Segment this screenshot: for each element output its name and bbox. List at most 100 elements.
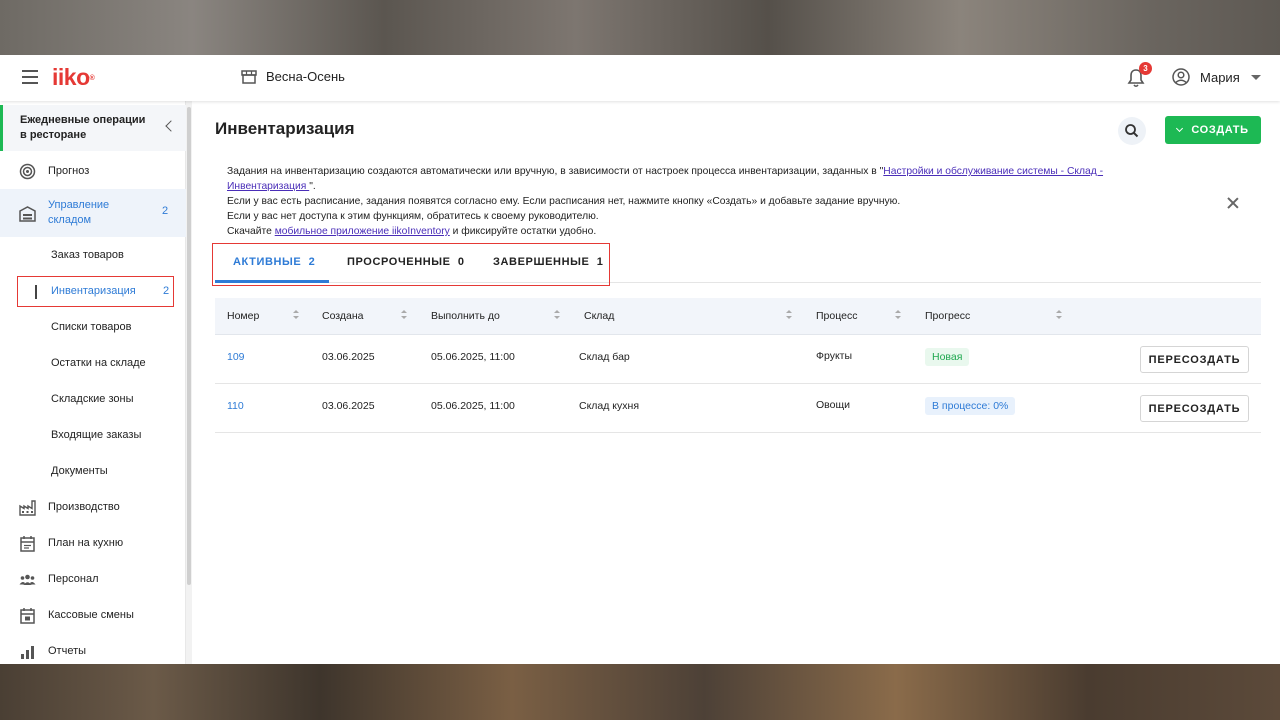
table-header: Номер Создана Выполнить до Склад Процесс… [215,298,1261,335]
row-created: 03.06.2025 [322,400,375,412]
sidebar-item-count: 2 [162,205,169,217]
mobile-app-link[interactable]: мобильное приложение iikoInventory [275,226,450,237]
sort-icon[interactable] [1056,310,1062,321]
sidebar-section-daily-operations[interactable]: Ежедневные операции в ресторане [0,105,186,151]
sidebar-item-kitchen-plan[interactable]: План на кухню [0,525,186,561]
sidebar-item-label: Персонал [48,573,99,585]
sidebar-item-order-goods[interactable]: Заказ товаров [0,237,186,273]
sort-icon[interactable] [401,310,407,321]
top-bar: iiko® Весна-Осень 3 Мария [0,55,1280,101]
column-due[interactable]: Выполнить до [431,310,500,322]
app-window: iiko® Весна-Осень 3 Мария Ежедневные опе… [0,55,1280,664]
sidebar-scrollbar-thumb[interactable] [187,107,191,585]
search-icon [1125,124,1139,138]
table-row[interactable]: 109 03.06.2025 05.06.2025, 11:00 Склад б… [215,335,1261,384]
create-button-label: СОЗДАТЬ [1191,124,1249,136]
active-indicator [35,285,37,299]
sidebar-item-forecast[interactable]: Прогноз [0,153,186,189]
user-avatar-icon [1172,68,1190,86]
sort-icon[interactable] [786,310,792,321]
tab-active[interactable]: АКТИВНЫЕ 2 [233,256,315,268]
sidebar-item-label: Списки товаров [51,321,132,333]
recreate-button[interactable]: ПЕРЕСОЗДАТЬ [1140,395,1249,422]
row-process: Овощи [816,399,850,411]
sidebar-item-product-lists[interactable]: Списки товаров [0,309,186,345]
tab-completed[interactable]: ЗАВЕРШЕННЫЕ 1 [493,256,603,268]
menu-icon[interactable] [22,70,38,84]
iiko-logo[interactable]: iiko® [52,64,95,90]
column-process[interactable]: Процесс [816,310,857,322]
sidebar-item-label: Производство [48,501,120,513]
row-number[interactable]: 109 [227,351,245,363]
sidebar-item-count: 2 [163,285,170,297]
sort-icon[interactable] [895,310,901,321]
sidebar-item-stock-balance[interactable]: Остатки на складе [0,345,186,381]
sidebar-item-label: Входящие заказы [51,429,142,441]
sidebar-item-inventory[interactable]: Инвентаризация 2 [17,276,174,307]
info-banner: Задания на инвентаризацию создаются авто… [227,164,1162,239]
row-warehouse: Склад бар [579,351,630,363]
sidebar-item-label: План на кухню [48,537,124,549]
column-number[interactable]: Номер [227,310,259,322]
sidebar-item-label: Кассовые смены [48,609,134,621]
sidebar-item-documents[interactable]: Документы [0,453,186,489]
warehouse-icon [19,206,36,222]
chevron-left-icon[interactable] [165,120,177,132]
row-created: 03.06.2025 [322,351,375,363]
user-menu[interactable]: Мария [1172,68,1261,86]
sidebar-item-label: Отчеты [48,645,87,657]
people-icon [19,574,36,585]
status-badge: В процессе: 0% [925,397,1016,415]
info-line-3: Если у вас нет доступа к этим функциям, … [227,211,599,222]
calendar-check-icon [20,608,35,624]
user-name: Мария [1200,69,1240,85]
sidebar-item-label: Прогноз [48,165,90,177]
sort-icon[interactable] [554,310,560,321]
row-warehouse: Склад кухня [579,400,640,412]
row-number[interactable]: 110 [227,400,244,412]
main-content: Инвентаризация СОЗДАТЬ Задания на инвент… [193,101,1280,664]
table-row[interactable]: 110 03.06.2025 05.06.2025, 11:00 Склад к… [215,384,1261,433]
sidebar-section-title: Ежедневные операции в ресторане [20,114,146,141]
column-progress[interactable]: Прогресс [925,310,970,322]
close-icon[interactable] [1225,195,1241,211]
sidebar-item-production[interactable]: Производство [0,489,186,525]
sidebar: Ежедневные операции в ресторане Прогноз … [0,101,186,664]
sidebar-item-label: Документы [51,465,108,477]
create-button[interactable]: СОЗДАТЬ [1165,116,1261,144]
search-button[interactable] [1118,117,1146,145]
row-process: Фрукты [816,350,853,362]
info-line-2: Если у вас есть расписание, задания появ… [227,196,901,207]
chevron-down-icon [1176,124,1184,133]
caret-down-icon [1250,74,1261,80]
sidebar-item-staff[interactable]: Персонал [0,561,186,597]
page-title: Инвентаризация [215,119,355,138]
info-line-4: Скачайте мобильное приложение iikoInvent… [227,226,597,237]
sidebar-item-label: Инвентаризация [51,285,136,297]
recreate-button[interactable]: ПЕРЕСОЗДАТЬ [1140,346,1249,373]
active-tab-underline [215,280,329,283]
sidebar-item-storage-zones[interactable]: Складские зоны [0,381,186,417]
tab-overdue[interactable]: ПРОСРОЧЕННЫЕ 0 [347,256,465,268]
store-icon [241,69,257,84]
sidebar-item-incoming-orders[interactable]: Входящие заказы [0,417,186,453]
store-name: Весна-Осень [266,69,345,84]
sidebar-item-label: Заказ товаров [51,249,124,261]
factory-icon [19,500,36,516]
sidebar-item-cash-shifts[interactable]: Кассовые смены [0,597,186,633]
background-top [0,0,1280,55]
column-warehouse[interactable]: Склад [584,310,614,322]
column-created[interactable]: Создана [322,310,364,322]
sort-icon[interactable] [293,310,299,321]
notification-badge: 3 [1139,62,1152,75]
sidebar-item-label: Остатки на складе [51,357,146,369]
store-selector[interactable]: Весна-Осень [241,69,345,84]
calendar-icon [20,536,35,552]
target-icon [19,163,36,180]
sidebar-item-warehouse[interactable]: Управление складом 2 [0,189,186,237]
row-due: 05.06.2025, 11:00 [431,351,515,363]
sidebar-item-reports[interactable]: Отчеты [0,633,186,664]
sidebar-item-label: Управление складом [48,199,110,226]
row-due: 05.06.2025, 11:00 [431,400,515,412]
background-bottom [0,664,1280,720]
